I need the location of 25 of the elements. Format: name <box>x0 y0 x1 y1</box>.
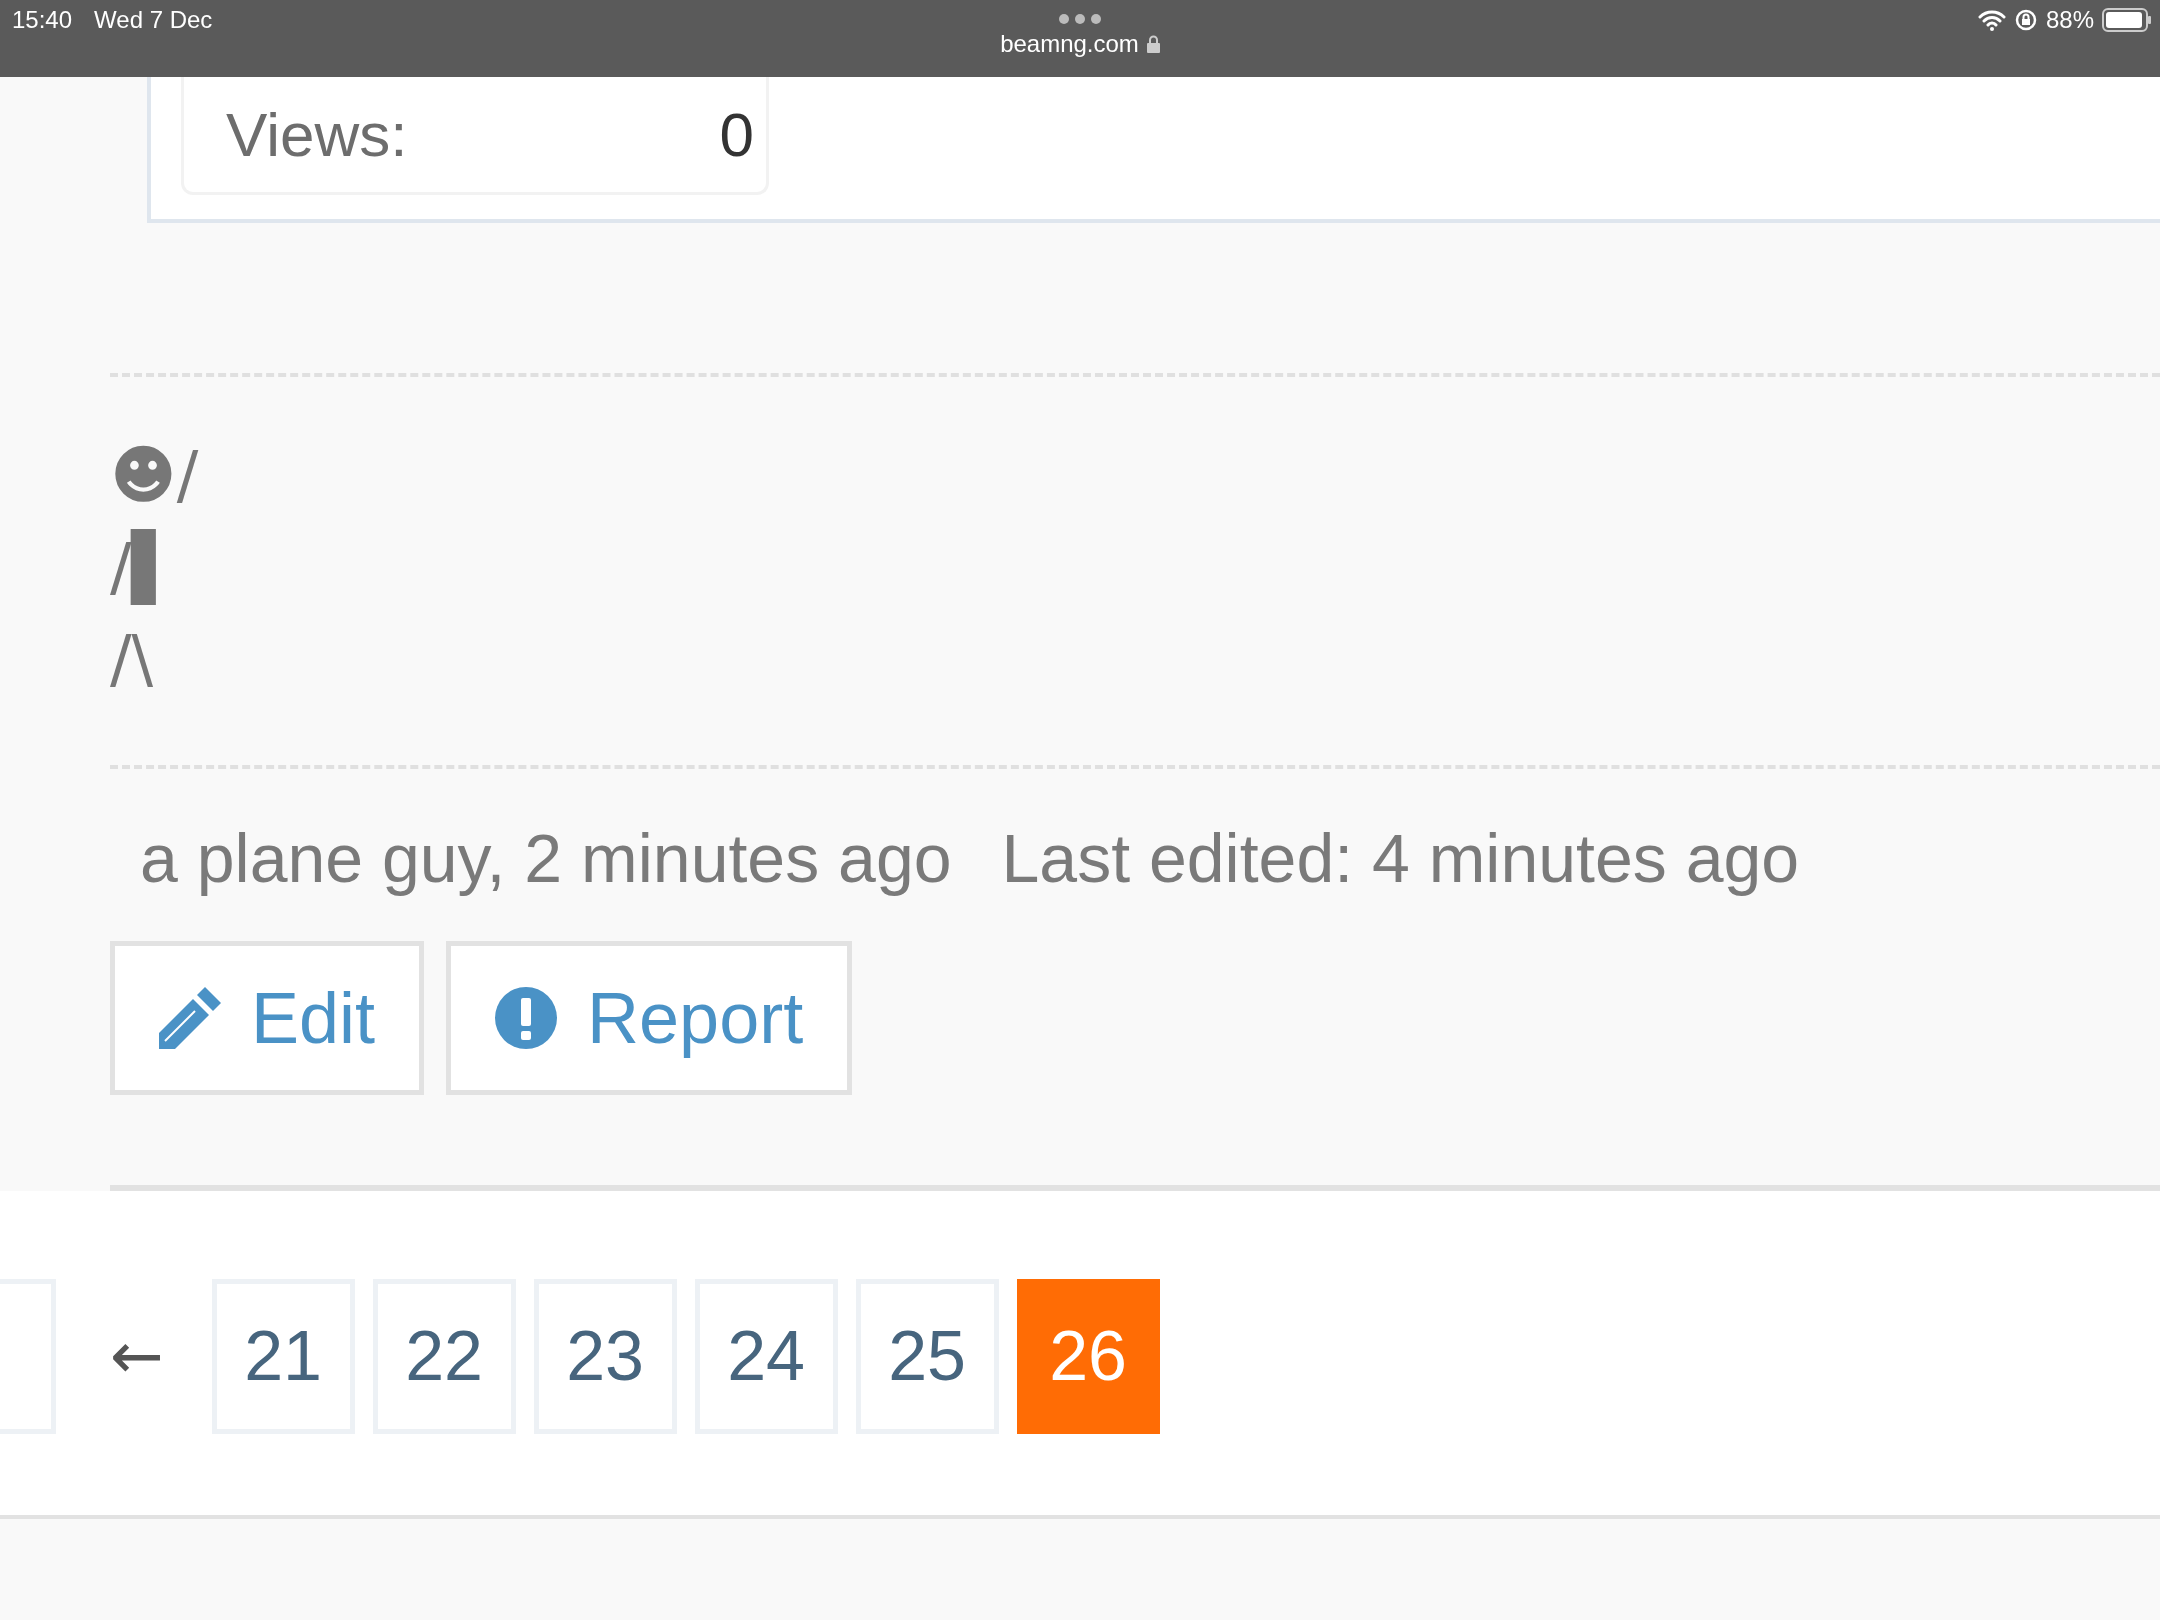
pencil-icon <box>159 987 221 1049</box>
more-dots-icon[interactable] <box>1059 14 1101 24</box>
report-button[interactable]: Report <box>446 941 853 1095</box>
page-link[interactable]: 22 <box>372 1278 516 1434</box>
post-author-time: a plane guy, 2 minutes ago <box>140 819 952 897</box>
ascii-art-line: ☻/ <box>110 437 199 514</box>
views-label: Views: <box>226 99 408 170</box>
page-link[interactable]: 23 <box>533 1278 677 1434</box>
status-date: Wed 7 Dec <box>94 6 213 34</box>
wifi-icon <box>1977 9 2006 31</box>
lock-icon <box>1146 35 1160 53</box>
exclamation-circle-icon <box>495 987 558 1049</box>
page-link[interactable]: 24 <box>694 1278 838 1434</box>
rotation-lock-icon <box>2013 8 2038 32</box>
page-link[interactable]: 25 <box>855 1278 999 1434</box>
status-time: 15:40 <box>12 6 73 34</box>
url-address[interactable]: beamng.com <box>1000 30 1139 58</box>
views-count: 0 <box>719 99 754 170</box>
page-link[interactable]: 21 <box>211 1278 355 1434</box>
ascii-art-line: /\ <box>110 621 154 698</box>
last-edited-text: Last edited: 4 minutes ago <box>1001 819 1800 897</box>
edit-button[interactable]: Edit <box>110 941 425 1095</box>
battery-percent: 88% <box>2045 6 2094 34</box>
ascii-art-line: /▌ <box>110 528 181 607</box>
battery-icon <box>2102 8 2152 32</box>
